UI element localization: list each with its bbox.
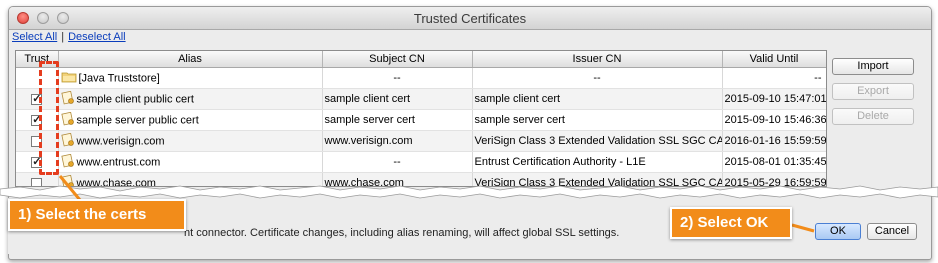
title-bar: Trusted Certificates (9, 7, 931, 30)
table-row[interactable]: www.entrust.com --Entrust Certification A… (16, 151, 826, 173)
export-button[interactable]: Export (832, 83, 914, 100)
delete-button[interactable]: Delete (832, 108, 914, 125)
callout-select-certs: 1) Select the certs (8, 199, 186, 231)
alias-text: [Java Truststore] (78, 71, 160, 84)
alias-cell: www.entrust.com (58, 151, 323, 173)
valid-until-cell: -- (722, 67, 826, 89)
subject-cn-cell: -- (322, 151, 473, 173)
column-header-alias[interactable]: Alias (58, 51, 323, 68)
certificate-icon (60, 90, 75, 108)
ok-button[interactable]: OK (815, 223, 861, 240)
issuer-cn-cell: sample client cert (472, 88, 723, 110)
table-row[interactable]: www.verisign.com www.verisign.com VeriSign… (16, 130, 826, 152)
subject-cn-cell: sample client cert (322, 88, 473, 110)
valid-until-cell: 2015-08-01 01:35:45 (722, 151, 826, 173)
column-header-valid-until[interactable]: Valid Until (722, 51, 826, 68)
alias-cell: sample client public cert (58, 88, 323, 110)
alias-cell: [Java Truststore] (58, 67, 323, 89)
issuer-cn-cell: sample server cert (472, 109, 723, 131)
alias-text: sample client public cert (76, 92, 194, 105)
table-header: Trust Alias Subject CN Issuer CN Valid U… (16, 51, 826, 68)
table-row[interactable]: sample server public cert sample server c… (16, 109, 826, 131)
cancel-button[interactable]: Cancel (867, 223, 917, 240)
alias-cell: www.verisign.com (58, 130, 323, 152)
trust-column-highlight (39, 61, 59, 175)
valid-until-cell: 2015-09-10 15:47:01 (722, 88, 826, 110)
table-row[interactable]: sample client public cert sample client c… (16, 88, 826, 110)
column-header-subject-cn[interactable]: Subject CN (322, 51, 473, 68)
alias-text: sample server public cert (76, 113, 199, 126)
deselect-all-link[interactable]: Deselect All (68, 31, 125, 43)
link-separator: | (61, 31, 65, 43)
certificate-icon (60, 111, 75, 129)
import-button[interactable]: Import (832, 58, 914, 75)
folder-icon (61, 71, 77, 86)
alias-cell: sample server public cert (58, 109, 323, 131)
certificates-table: Trust Alias Subject CN Issuer CN Valid U… (15, 50, 827, 187)
certificate-icon (60, 132, 75, 150)
callout-select-ok: 2) Select OK (670, 207, 792, 239)
table-row[interactable]: [Java Truststore] -- -- -- (16, 67, 826, 89)
certificate-icon (60, 153, 75, 171)
subject-cn-cell: -- (322, 67, 473, 89)
subject-cn-cell: sample server cert (322, 109, 473, 131)
column-header-issuer-cn[interactable]: Issuer CN (472, 51, 723, 68)
select-all-link[interactable]: Select All (12, 31, 57, 43)
valid-until-cell: 2016-01-16 15:59:59 (722, 130, 826, 152)
status-message: nt connector. Certificate changes, inclu… (184, 227, 620, 239)
alias-text: www.verisign.com (76, 134, 165, 147)
issuer-cn-cell: VeriSign Class 3 Extended Validation SSL… (472, 130, 723, 152)
selection-links: Select All | Deselect All (12, 31, 126, 43)
alias-text: www.entrust.com (76, 155, 161, 168)
valid-until-cell: 2015-09-10 15:46:36 (722, 109, 826, 131)
issuer-cn-cell: Entrust Certification Authority - L1E (472, 151, 723, 173)
issuer-cn-cell: -- (472, 67, 723, 89)
subject-cn-cell: www.verisign.com (322, 130, 473, 152)
window-title: Trusted Certificates (413, 11, 527, 26)
